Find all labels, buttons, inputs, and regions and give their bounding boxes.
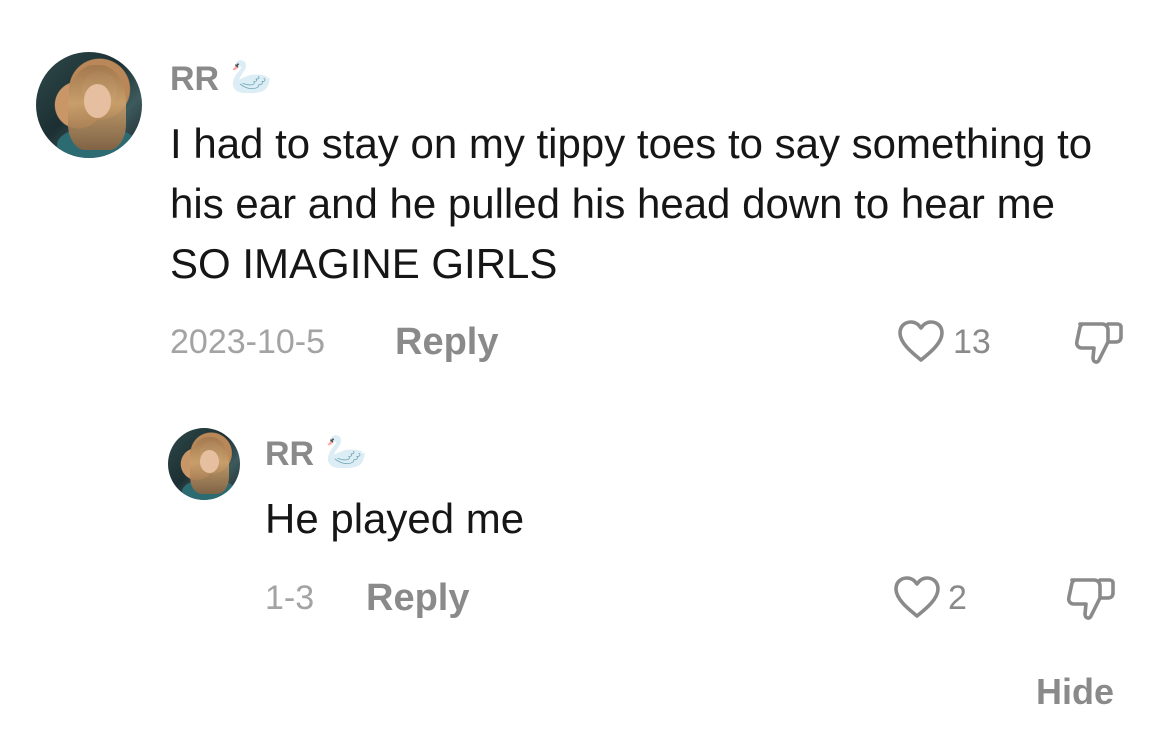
comment-text: I had to stay on my tippy toes to say so…: [170, 120, 1093, 287]
heart-outline-icon[interactable]: [896, 318, 946, 364]
comment-username[interactable]: RR: [170, 62, 219, 96]
commenter-avatar[interactable]: [36, 52, 142, 158]
heart-outline-icon[interactable]: [892, 574, 942, 620]
comment-reply-button[interactable]: Reply: [395, 323, 498, 361]
reply-avatar[interactable]: [168, 428, 240, 500]
reply-username[interactable]: RR: [265, 437, 314, 471]
comment-like-count: 13: [953, 323, 991, 361]
hide-replies-button[interactable]: Hide: [1036, 674, 1114, 710]
comment-badge-emoji: 🦢: [230, 58, 273, 96]
thumbs-down-icon[interactable]: [1064, 574, 1116, 624]
reply-reply-button[interactable]: Reply: [366, 579, 469, 617]
reply-text: He played me: [265, 495, 525, 542]
comment-date: 2023-10-5: [170, 323, 326, 361]
thumbs-down-icon[interactable]: [1072, 318, 1124, 368]
reply-badge-emoji: 🦢: [325, 433, 368, 471]
reply-like-count: 2: [948, 579, 967, 617]
reply-date: 1-3: [265, 579, 315, 617]
